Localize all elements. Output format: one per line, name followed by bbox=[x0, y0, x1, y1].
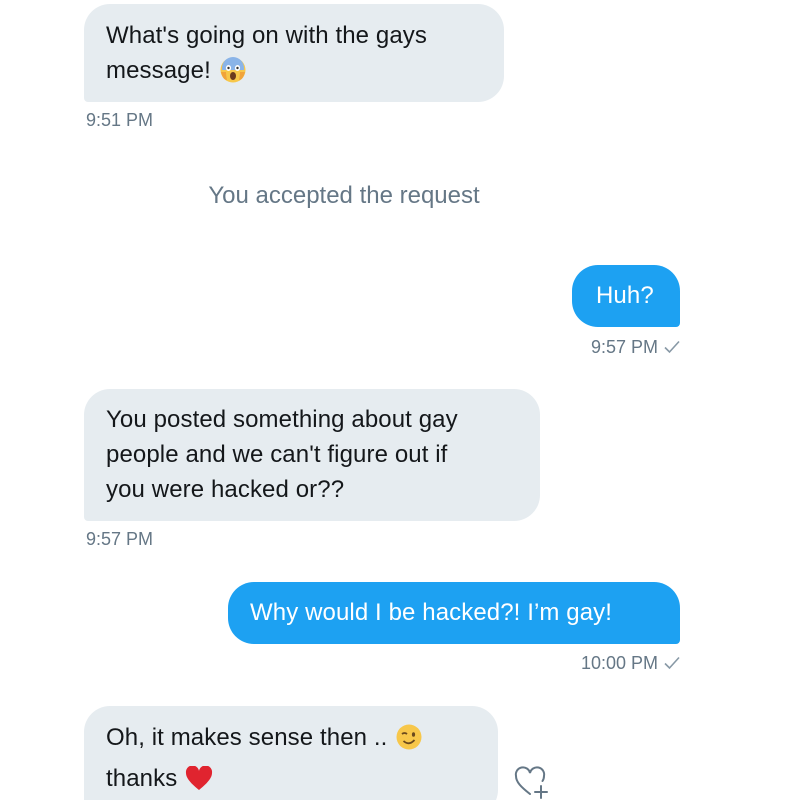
message-text: thanks bbox=[106, 765, 178, 792]
message-text: people and we can't figure out if bbox=[106, 441, 448, 468]
message-text: Huh? bbox=[596, 282, 654, 309]
message-timestamp-row: 10:00 PM bbox=[581, 653, 680, 675]
message-text: What's going on with the gays bbox=[106, 22, 427, 49]
message-text: You posted something about gay bbox=[106, 406, 458, 433]
message-text: Why would I be hacked?! I’m gay! bbox=[250, 599, 613, 626]
message-timestamp: 9:51 PM bbox=[86, 110, 154, 130]
message-timestamp: 9:57 PM bbox=[86, 529, 154, 549]
checkmark-icon bbox=[664, 654, 680, 675]
outgoing-message-bubble[interactable]: Why would I be hacked?! I’m gay! bbox=[228, 582, 680, 644]
heart-plus-icon[interactable] bbox=[512, 764, 552, 800]
message-text: Oh, it makes sense then .. bbox=[106, 724, 388, 751]
checkmark-icon bbox=[664, 338, 680, 359]
message-timestamp: 10:00 PM bbox=[580, 653, 658, 673]
winking-face-icon bbox=[395, 723, 423, 761]
incoming-message-bubble[interactable]: You posted something about gay people an… bbox=[84, 389, 540, 521]
message-text: message! bbox=[106, 57, 211, 84]
incoming-message-bubble[interactable]: Oh, it makes sense then .. thanks bbox=[84, 706, 498, 800]
request-accepted-notice: You accepted the request bbox=[208, 182, 480, 209]
message-timestamp: 9:57 PM bbox=[590, 337, 658, 357]
red-heart-icon bbox=[185, 765, 213, 800]
face-screaming-in-fear-icon bbox=[219, 56, 247, 94]
dm-conversation: What's going on with the gays message! 9… bbox=[0, 0, 800, 800]
message-timestamp-row: 9:57 PM bbox=[591, 337, 680, 359]
message-text: you were hacked or?? bbox=[106, 476, 345, 503]
incoming-message-bubble[interactable]: What's going on with the gays message! bbox=[84, 4, 504, 102]
outgoing-message-bubble[interactable]: Huh? bbox=[572, 265, 680, 327]
